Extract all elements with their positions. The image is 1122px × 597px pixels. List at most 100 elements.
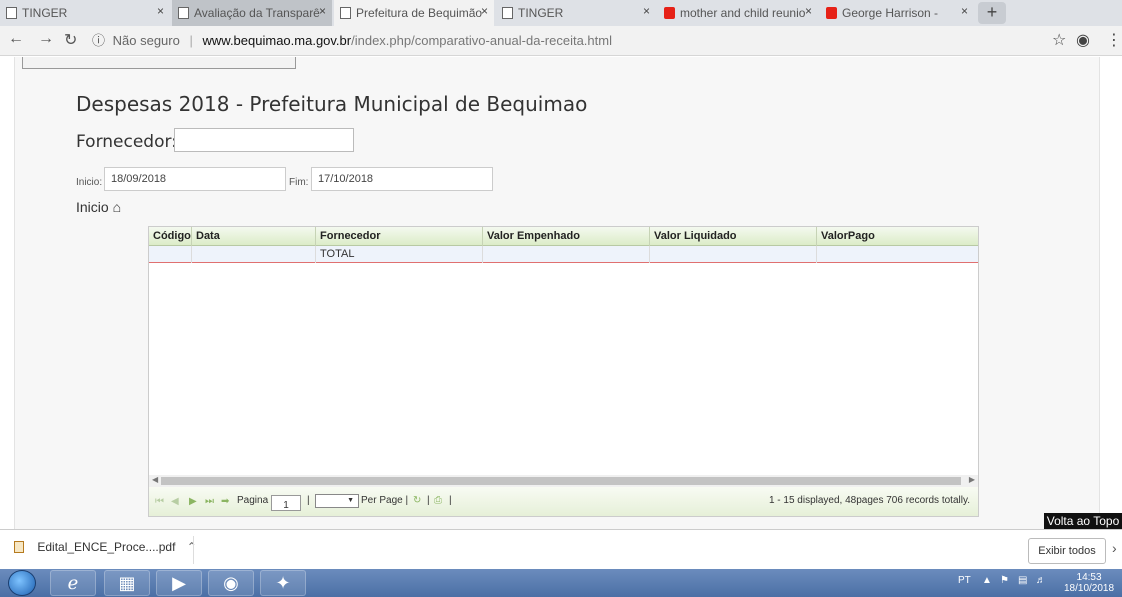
tab-mother-child[interactable]: mother and child reunio ×	[658, 0, 818, 26]
chrome-icon[interactable]: ◉	[208, 570, 254, 596]
bookmark-star-icon[interactable]: ☆	[1052, 30, 1066, 50]
print-icon[interactable]: ⎙	[434, 495, 442, 506]
horizontal-scrollbar[interactable]: ◀ ▶	[149, 475, 978, 487]
tab-tinger-2[interactable]: TINGER ×	[496, 0, 656, 26]
close-icon[interactable]: ×	[643, 4, 650, 18]
url-path: /index.php/comparativo-anual-da-receita.…	[351, 33, 612, 48]
refresh-icon[interactable]: ↻	[413, 495, 421, 506]
expenses-grid: Código Data Fornecedor Valor Empenhado V…	[148, 226, 979, 517]
clock-time: 14:53	[1076, 572, 1102, 583]
close-icon[interactable]: ×	[961, 4, 968, 18]
tab-tinger-1[interactable]: TINGER ×	[0, 0, 170, 26]
clock-date: 18/10/2018	[1064, 583, 1115, 594]
tray-expand-icon[interactable]: ▲	[982, 575, 992, 586]
go-page-icon[interactable]: ➡	[221, 496, 229, 507]
page-number-input[interactable]: 1	[271, 495, 301, 511]
profile-icon[interactable]: ◉	[1076, 30, 1090, 50]
per-page-label: Per Page |	[361, 495, 409, 506]
show-all-button[interactable]: Exibir todos	[1028, 538, 1106, 564]
end-date-input[interactable]: 17/10/2018	[311, 167, 493, 191]
youtube-icon	[664, 7, 675, 19]
page-title: Despesas 2018 - Prefeitura Municipal de …	[76, 92, 588, 116]
download-filename: Edital_ENCE_Proce....pdf	[37, 540, 176, 554]
top-menu-box	[22, 57, 296, 69]
new-tab-button[interactable]: +	[978, 2, 1006, 24]
last-page-icon[interactable]: ⏭	[205, 496, 214, 507]
internet-explorer-icon[interactable]: ℯ	[50, 570, 96, 596]
menu-icon[interactable]: ⋮	[1106, 30, 1122, 50]
cell-valor-pago	[816, 246, 978, 263]
per-page-select[interactable]: ▼	[315, 494, 359, 508]
app-icon[interactable]: ✦	[260, 570, 306, 596]
fim-label: Fim:	[289, 177, 309, 188]
next-page-icon[interactable]: ▶	[189, 496, 197, 507]
page-label: Pagina	[237, 495, 269, 506]
chevron-up-icon[interactable]: ⌃	[187, 540, 197, 554]
column-header-codigo[interactable]: Código	[149, 227, 191, 246]
page-icon	[340, 7, 351, 19]
reload-icon[interactable]: ↻	[64, 30, 77, 50]
table-row[interactable]: TOTAL	[149, 246, 978, 263]
download-bar: Edital_ENCE_Proce....pdf ⌃ Exibir todos …	[0, 529, 1122, 569]
tab-george-harrison[interactable]: George Harrison - ×	[820, 0, 974, 26]
start-date-input[interactable]: 18/09/2018	[104, 167, 286, 191]
start-button[interactable]	[8, 570, 36, 596]
back-arrow-icon[interactable]: ←	[8, 30, 24, 48]
volume-icon[interactable]: ♬	[1036, 575, 1046, 586]
youtube-icon	[826, 7, 837, 19]
close-icon[interactable]: ×	[319, 4, 326, 18]
scroll-right-icon[interactable]: ▶	[969, 475, 975, 484]
prev-page-icon[interactable]: ◀	[171, 496, 179, 507]
back-to-top-button[interactable]: Volta ao Topo	[1044, 513, 1122, 530]
file-explorer-icon[interactable]: ▦	[104, 570, 150, 596]
url-domain: www.bequimao.ma.gov.br	[202, 33, 352, 48]
scroll-left-icon[interactable]: ◀	[152, 475, 158, 484]
first-page-icon[interactable]: ⏮	[155, 496, 164, 507]
media-player-icon[interactable]: ▶	[156, 570, 202, 596]
tab-avaliacao[interactable]: Avaliação da Transparê ×	[172, 0, 332, 26]
page-icon	[178, 7, 189, 19]
cell-codigo	[149, 246, 191, 263]
scrollbar-thumb[interactable]	[161, 477, 961, 485]
column-header-data[interactable]: Data	[191, 227, 315, 246]
page-icon	[6, 7, 17, 19]
page-viewport: Despesas 2018 - Prefeitura Municipal de …	[0, 57, 1122, 530]
column-header-valor-empenhado[interactable]: Valor Empenhado	[482, 227, 649, 246]
cell-data	[191, 246, 315, 263]
page-icon	[502, 7, 513, 19]
grid-header: Código Data Fornecedor Valor Empenhado V…	[149, 227, 978, 246]
address-separator: |	[189, 33, 193, 48]
fornecedor-input[interactable]	[174, 128, 354, 152]
security-label: Não seguro	[112, 33, 180, 48]
system-clock[interactable]: 14:53 18/10/2018	[1064, 572, 1114, 594]
language-indicator[interactable]: PT	[958, 575, 971, 586]
column-header-fornecedor[interactable]: Fornecedor	[315, 227, 482, 246]
column-header-valor-liquidado[interactable]: Valor Liquidado	[649, 227, 816, 246]
close-icon[interactable]: ×	[157, 4, 164, 18]
close-icon[interactable]: ×	[481, 4, 488, 18]
forward-arrow-icon[interactable]: →	[38, 30, 54, 48]
pager-separator: |	[307, 495, 310, 506]
inicio-home-link[interactable]: Inicio ⌂	[76, 199, 121, 215]
records-summary: 1 - 15 displayed, 48pages 706 records to…	[768, 495, 970, 506]
download-item[interactable]: Edital_ENCE_Proce....pdf ⌃	[14, 540, 197, 554]
pager-separator: |	[427, 495, 430, 506]
fornecedor-label: Fornecedor:	[76, 132, 177, 152]
chevron-down-icon: ▼	[347, 497, 354, 504]
cell-fornecedor: TOTAL	[315, 246, 482, 263]
network-icon[interactable]: ▤	[1018, 575, 1027, 586]
close-download-bar-icon[interactable]: ›	[1112, 540, 1117, 556]
info-icon[interactable]: ⓘ	[92, 33, 105, 48]
address-bar[interactable]: ⓘ Não seguro | www.bequimao.ma.gov.br/in…	[92, 29, 1032, 53]
windows-taskbar: ℯ ▦ ▶ ◉ ✦ PT ▲ ⚑ ▤ ♬ 14:53 18/10/2018	[0, 569, 1122, 597]
cell-valor-liquidado	[649, 246, 816, 263]
tab-prefeitura[interactable]: Prefeitura de Bequimão ×	[334, 0, 494, 26]
cell-valor-empenhado	[482, 246, 649, 263]
home-icon: ⌂	[112, 199, 122, 215]
column-header-valor-pago[interactable]: ValorPago	[816, 227, 978, 246]
close-icon[interactable]: ×	[805, 4, 812, 18]
browser-toolbar: ← → ↻ ⓘ Não seguro | www.bequimao.ma.gov…	[0, 26, 1122, 56]
grid-pager: ⏮ ◀ ▶ ⏭ ➡ Pagina 1 | ▼ Per Page | ↻ | ⎙ …	[149, 487, 978, 516]
action-center-icon[interactable]: ⚑	[1000, 575, 1009, 586]
pdf-file-icon	[14, 541, 24, 553]
